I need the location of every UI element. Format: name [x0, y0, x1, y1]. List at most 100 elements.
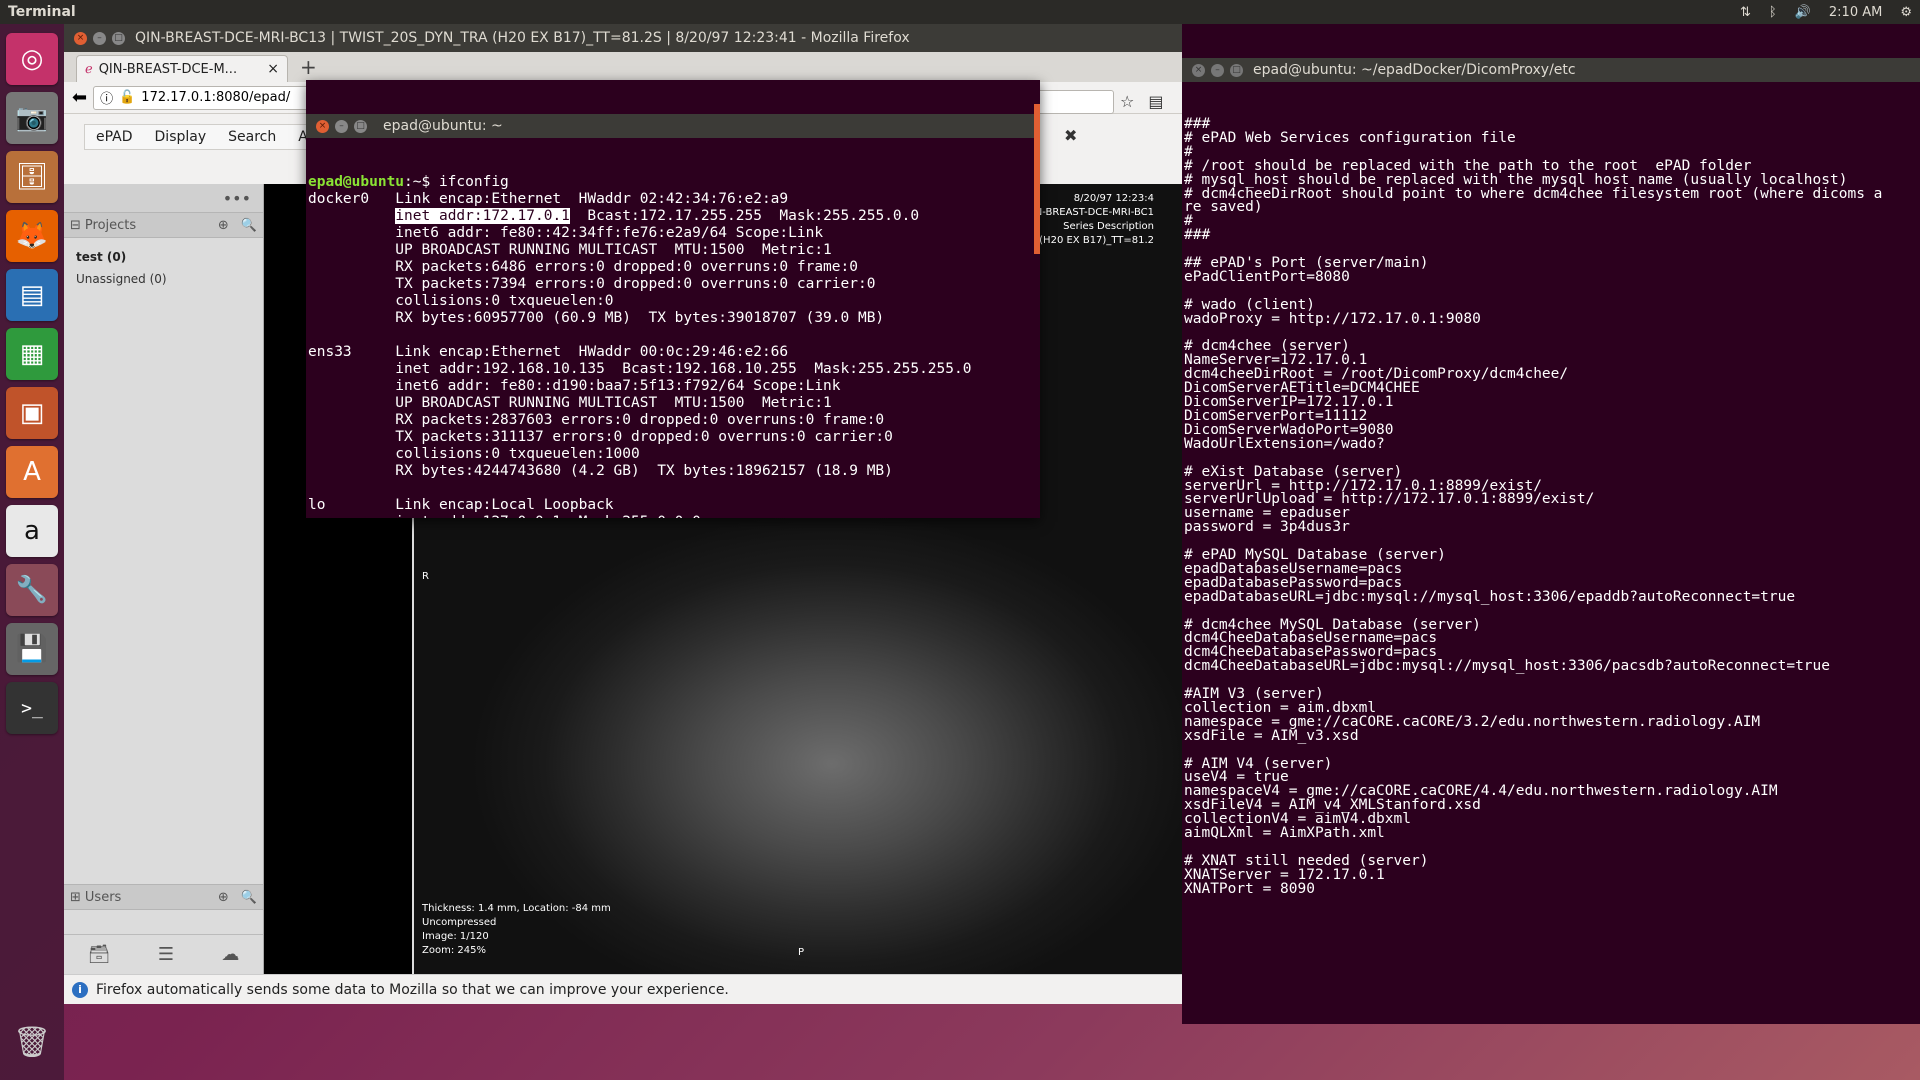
orientation-marker-left: R — [422, 571, 429, 582]
maximize-window-button[interactable]: □ — [1230, 63, 1243, 77]
add-project-icon[interactable]: ⊕ — [218, 218, 229, 233]
files-icon[interactable]: 🗄 — [6, 151, 58, 203]
menu-epad[interactable]: ePAD — [85, 129, 144, 145]
projects-title: Projects — [84, 217, 137, 233]
search-users-icon[interactable]: 🔍 — [241, 890, 257, 905]
top-panel: Terminal ⇅ ᛒ 🔊 2:10 AM ⚙ — [0, 0, 1920, 24]
collapse-icon[interactable]: ⊟ — [70, 218, 81, 233]
info-icon[interactable]: ⓘ — [100, 88, 113, 107]
terminal-ifconfig-text[interactable]: epad@ubuntu:~$ ifconfig docker0 Link enca… — [306, 172, 1040, 518]
config-line: epadDatabaseURL=jdbc:mysql://mysql_host:… — [1184, 588, 1796, 605]
zoom-level: Zoom: 245% — [422, 945, 486, 956]
config-line: wadoProxy = http://172.17.0.1:9080 — [1184, 310, 1481, 327]
amazon-icon[interactable]: a — [6, 505, 58, 557]
firefox-titlebar: × – □ QIN-BREAST-DCE-MRI-BC13 | TWIST_20… — [64, 24, 1182, 52]
impress-icon[interactable]: ▣ — [6, 387, 58, 439]
sidebar-bottom-tools: 🗃 ☰ ☁ — [64, 934, 263, 974]
ifconfig-line: RX bytes:4244743680 (4.2 GB) TX bytes:18… — [308, 463, 893, 479]
terminal-ifconfig-window[interactable]: × – □ epad@ubuntu: ~ epad@ubuntu:~$ ifco… — [306, 80, 1040, 518]
tab-epad[interactable]: ℯ QIN-BREAST-DCE-M... × — [76, 55, 288, 82]
ubuntu-logo-icon[interactable]: ◎ — [6, 33, 58, 85]
url-text[interactable]: 172.17.0.1:8080/epad/ — [141, 90, 290, 105]
ifconfig-line: inet6 addr: fe80::42:34ff:fe76:e2a9/64 S… — [308, 225, 824, 241]
firefox-icon[interactable]: 🦊 — [6, 210, 58, 262]
sidebar-more-icon[interactable]: ••• — [64, 184, 263, 212]
ifconfig-line: ens33 Link encap:Ethernet HWaddr 00:0c:2… — [308, 344, 789, 360]
clock[interactable]: 2:10 AM — [1829, 5, 1882, 20]
expand-icon[interactable]: ⊞ — [70, 890, 81, 905]
docker0-inet-rest: Bcast:172.17.255.255 Mask:255.255.0.0 — [569, 208, 920, 224]
maximize-window-button[interactable]: □ — [112, 31, 125, 45]
software-center-icon[interactable]: A — [6, 446, 58, 498]
config-line: # dcm4cheeDirRoot should point to where … — [1184, 185, 1883, 202]
trash-icon[interactable]: 🗑 — [6, 1016, 58, 1068]
minimize-window-button[interactable]: – — [1211, 63, 1224, 77]
insecure-lock-icon: 🔓 — [119, 90, 136, 105]
ifconfig-line — [308, 327, 1038, 344]
bluetooth-icon[interactable]: ᛒ — [1769, 5, 1777, 20]
search-projects-icon[interactable]: 🔍 — [241, 218, 257, 233]
archive-icon[interactable]: 🗃 — [88, 944, 111, 965]
maximize-window-button[interactable]: □ — [354, 119, 367, 133]
config-line: # AIM V4 (server) — [1184, 755, 1333, 772]
config-line: password = 3p4dus3r — [1184, 519, 1350, 536]
back-button[interactable]: ⬅ — [72, 87, 87, 108]
config-line: # — [1184, 213, 1193, 230]
tab-label: QIN-BREAST-DCE-M... — [98, 61, 238, 77]
epad-sidebar: ••• ⊟ Projects ⊕ 🔍 test (0) Unassigned (… — [64, 184, 264, 974]
terminal-scrollbar[interactable] — [1034, 104, 1040, 254]
disk-icon[interactable]: 💾 — [6, 623, 58, 675]
config-line: XNATPort = 8090 — [1184, 880, 1315, 897]
close-window-button[interactable]: × — [74, 31, 87, 45]
list-icon[interactable]: ☰ — [158, 944, 174, 965]
terminal-config-window[interactable]: × – □ epad@ubuntu: ~/epadDocker/DicomPro… — [1182, 24, 1920, 1024]
users-panel-header[interactable]: ⊞ Users ⊕ 🔍 — [64, 884, 263, 910]
new-tab-button[interactable]: + — [294, 55, 323, 82]
launcher: ◎ 📷 🗄 🦊 ▤ ▦ ▣ A a 🔧 💾 >_ 🗑 — [0, 24, 64, 1080]
close-window-button[interactable]: × — [316, 119, 329, 133]
ifconfig-line: inet6 addr: fe80::d190:baa7:5f13:f792/64… — [308, 378, 841, 394]
calc-icon[interactable]: ▦ — [6, 328, 58, 380]
terminal-icon[interactable]: >_ — [6, 682, 58, 734]
settings-icon[interactable]: 🔧 — [6, 564, 58, 616]
selected-ip-text[interactable]: inet addr:172.17.0.1 — [395, 208, 570, 224]
orientation-marker-bottom: P — [798, 947, 805, 958]
minimize-window-button[interactable]: – — [93, 31, 106, 45]
reader-list-icon[interactable]: ▤ — [1148, 92, 1163, 111]
menu-display[interactable]: Display — [144, 129, 218, 145]
project-item-test[interactable]: test (0) — [64, 246, 263, 268]
volume-icon[interactable]: 🔊 — [1795, 5, 1811, 20]
ifconfig-line: inet addr:192.168.10.135 Bcast:192.168.1… — [308, 361, 972, 377]
writer-icon[interactable]: ▤ — [6, 269, 58, 321]
network-icon[interactable]: ⇅ — [1740, 5, 1751, 20]
camera-icon[interactable]: 📷 — [6, 92, 58, 144]
compression-info: Uncompressed — [422, 917, 497, 928]
projects-panel-header[interactable]: ⊟ Projects ⊕ 🔍 — [64, 212, 263, 238]
config-line: re saved) — [1184, 199, 1263, 216]
close-panel-icon[interactable]: ✖ — [1064, 126, 1077, 145]
docker0-line: docker0 Link encap:Ethernet HWaddr 02:42… — [308, 191, 789, 207]
terminal-config-text[interactable]: ### # ePAD Web Services configuration fil… — [1182, 116, 1920, 897]
prompt-line: epad@ubuntu:~$ ifconfig — [308, 174, 1038, 191]
users-title: Users — [84, 889, 122, 905]
tab-close-icon[interactable]: × — [267, 61, 279, 77]
ifconfig-line: TX packets:311137 errors:0 dropped:0 ove… — [308, 429, 893, 445]
system-tray: ⇅ ᛒ 🔊 2:10 AM ⚙ — [1740, 0, 1912, 24]
project-item-unassigned[interactable]: Unassigned (0) — [64, 268, 263, 290]
minimize-window-button[interactable]: – — [335, 119, 348, 133]
terminal-config-title: epad@ubuntu: ~/epadDocker/DicomProxy/etc — [1253, 61, 1576, 78]
close-window-button[interactable]: × — [1192, 63, 1205, 77]
firefox-info-bar: i Firefox automatically sends some data … — [64, 974, 1182, 1004]
add-user-icon[interactable]: ⊕ — [218, 890, 229, 905]
bookmark-star-icon[interactable]: ☆ — [1120, 92, 1134, 111]
menu-search[interactable]: Search — [217, 129, 287, 145]
ifconfig-line: collisions:0 txqueuelen:0 — [308, 293, 614, 309]
prompt-user: epad@ubuntu — [308, 174, 405, 190]
thickness-info: Thickness: 1.4 mm, Location: -84 mm — [422, 903, 611, 914]
ifconfig-line: UP BROADCAST RUNNING MULTICAST MTU:1500 … — [308, 242, 832, 258]
docker0-inet-line: inet addr:172.17.0.1 Bcast:172.17.255.25… — [308, 208, 1038, 225]
config-line: aimQLXml = AimXPath.xml — [1184, 825, 1385, 842]
config-line: ### — [1184, 227, 1211, 244]
cloud-icon[interactable]: ☁ — [221, 944, 239, 965]
power-gear-icon[interactable]: ⚙ — [1900, 5, 1912, 20]
